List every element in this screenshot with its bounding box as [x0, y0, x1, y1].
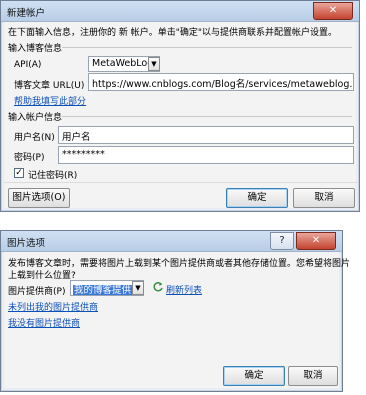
chevron-down-icon[interactable]: ▼ — [148, 57, 160, 71]
password-label: 密码(P) — [14, 153, 45, 163]
password-input[interactable]: ********* — [58, 146, 354, 164]
provider-not-listed-link[interactable]: 未列出我的图片提供商 — [8, 300, 98, 313]
dialog-body: 发布博客文章时，需要将图片上载到某个图片提供商或者其他存储位置。您希望将图片 上… — [4, 252, 350, 388]
title-bar[interactable]: 图片选项 ? ✕ — [1, 231, 342, 252]
new-account-dialog: 新建帐户 ✕ 在下面输入信息，注册你的 新 帐户。单击"确定"以与提供商联系并配… — [0, 0, 360, 212]
close-button[interactable]: ✕ — [296, 232, 336, 250]
help-link[interactable]: 帮助我填写此部分 — [14, 94, 86, 107]
url-label: 博客文章 URL(U) — [14, 81, 85, 91]
dialog-body: 在下面输入信息，注册你的 新 帐户。单击"确定"以与提供商联系并配置帐户设置。 … — [4, 22, 358, 208]
title-bar[interactable]: 新建帐户 ✕ — [1, 1, 359, 22]
api-label: API(A) — [14, 60, 42, 70]
provider-label: 图片提供商(P) — [8, 287, 66, 297]
intro-text-line2: 上载到什么位置? — [8, 271, 76, 281]
dialog-title: 新建帐户 — [7, 8, 46, 19]
section-blog-info: 输入博客信息 — [8, 44, 63, 54]
remember-password-label[interactable]: 记住密码(R) — [28, 168, 77, 181]
section-account-info: 输入帐户信息 — [8, 113, 63, 123]
remember-password-checkbox[interactable]: ✓ — [14, 168, 24, 178]
section-divider — [62, 47, 352, 48]
refresh-list-link[interactable]: 刷新列表 — [166, 283, 202, 296]
intro-text: 在下面输入信息，注册你的 新 帐户。单击"确定"以与提供商联系并配置帐户设置。 — [8, 28, 338, 38]
ok-button[interactable]: 确定 — [226, 188, 288, 208]
username-input[interactable]: 用户名 — [58, 126, 354, 144]
dialog-title: 图片选项 — [7, 238, 46, 249]
blog-url-input[interactable]: https://www.cnblogs.com/Blog名/services/m… — [88, 73, 354, 91]
username-label: 用户名(N) — [14, 133, 55, 143]
chevron-down-icon[interactable]: ▼ — [132, 281, 144, 295]
cancel-button[interactable]: 取消 — [288, 366, 338, 386]
ok-button[interactable]: 确定 — [223, 366, 285, 386]
picture-options-button[interactable]: 图片选项(O) — [8, 188, 70, 208]
footer-divider — [4, 182, 358, 183]
cancel-button[interactable]: 取消 — [293, 188, 355, 208]
help-button[interactable]: ? — [270, 232, 294, 250]
refresh-icon[interactable] — [152, 281, 164, 293]
close-button[interactable]: ✕ — [313, 2, 353, 20]
api-select-value: MetaWebLog — [92, 58, 154, 69]
no-provider-link[interactable]: 我没有图片提供商 — [8, 316, 80, 329]
section-divider — [62, 116, 352, 117]
picture-options-dialog: 图片选项 ? ✕ 发布博客文章时，需要将图片上载到某个图片提供商或者其他存储位置… — [0, 230, 350, 392]
